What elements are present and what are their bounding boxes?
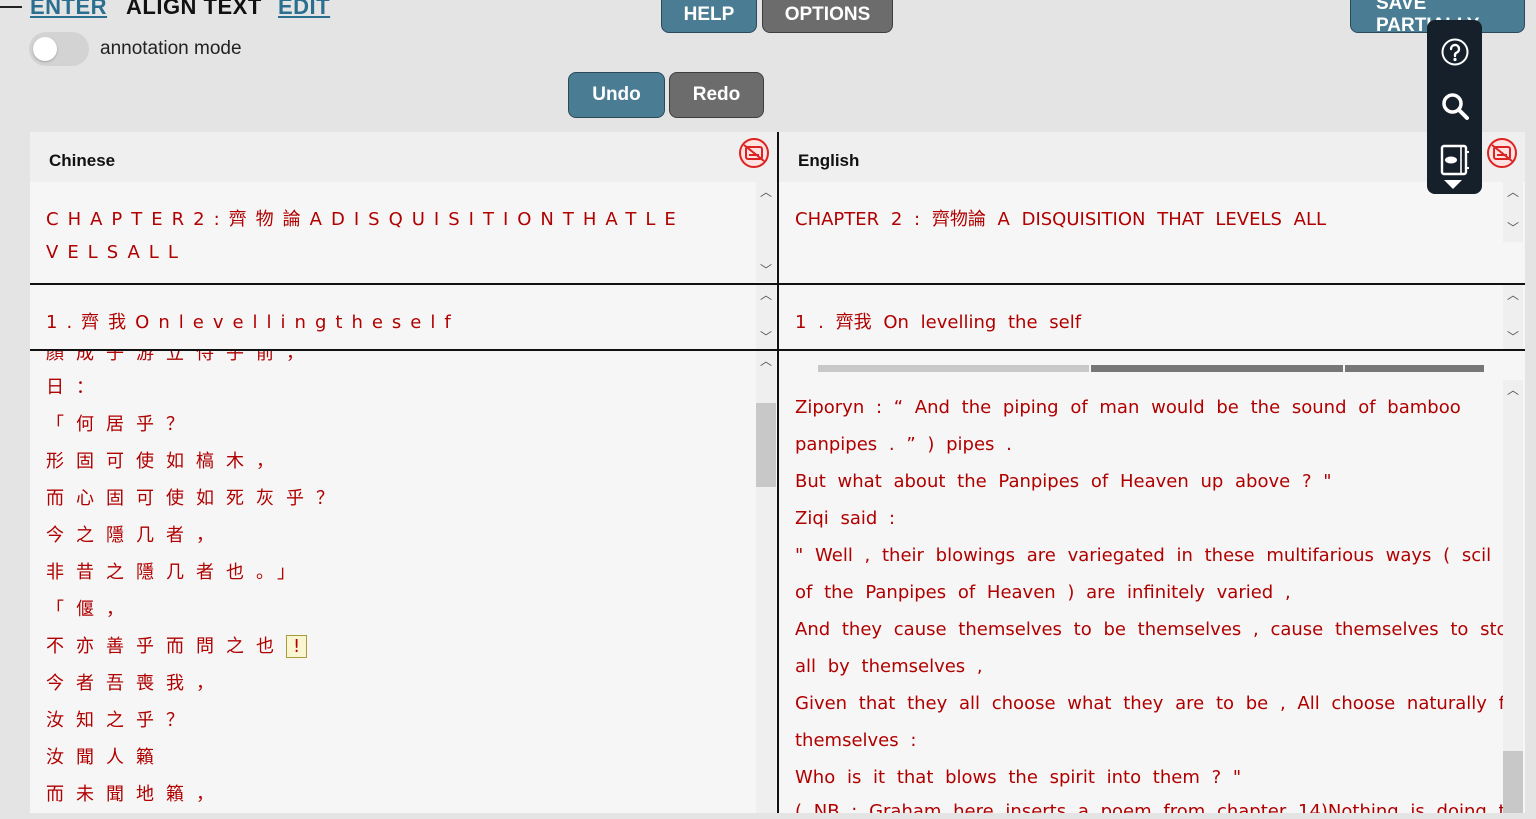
panel-collapse-caret-icon[interactable] (1444, 180, 1462, 189)
chinese-line: 今之隱几者， (46, 525, 226, 546)
chinese-line: 「何居乎？ (46, 414, 196, 435)
english-section-scrollbar[interactable]: ︿ ﹀ (1503, 285, 1523, 349)
chinese-line: 今者吾喪我， (46, 673, 226, 694)
hide-subtitles-icon[interactable] (738, 137, 770, 169)
chinese-line: 不亦善乎而問之也! (46, 632, 308, 658)
chinese-title-scrollbar[interactable]: ︿ ﹀ (756, 182, 776, 282)
english-header: English (798, 151, 860, 170)
hide-subtitles-icon[interactable] (1486, 137, 1518, 169)
chinese-section-title: 1.齊我Onlevellingtheself (46, 312, 460, 333)
english-line: Who is it that blows the spirit into the… (795, 767, 1242, 788)
english-line: all by themselves , (795, 656, 983, 677)
english-line: And they cause themselves to be themselv… (795, 619, 1503, 640)
scroll-up-icon[interactable]: ︿ (1503, 184, 1523, 199)
chinese-line: 汝聞人籟 (46, 747, 166, 768)
chinese-title-line-2: VELSALL (46, 242, 187, 263)
english-partial-line: ( NB : Graham here inserts a poem from c… (795, 801, 1503, 813)
annotation-mode-toggle[interactable] (29, 32, 89, 66)
english-title: CHAPTER 2 : 齊物論 A DISQUISITION THAT LEVE… (795, 209, 1327, 230)
help-circle-icon[interactable] (1439, 36, 1471, 68)
scroll-down-icon[interactable]: ﹀ (1503, 220, 1523, 235)
chinese-header-bar (30, 132, 778, 182)
english-text-body: Ziporyn : “ And the piping of man would … (779, 351, 1503, 813)
chinese-line: 「偃， (46, 599, 136, 620)
english-section-title: 1 . 齊我 On levelling the self (795, 312, 1082, 333)
english-header-bar (779, 132, 1525, 182)
chinese-line-text: 不亦善乎而問之也 (46, 636, 286, 657)
scroll-down-icon[interactable]: ﹀ (1503, 329, 1523, 344)
nav-align-text: ALIGN TEXT (126, 0, 262, 19)
english-title-scrollbar[interactable]: ︿ ﹀ (1503, 182, 1523, 242)
floating-tool-panel (1427, 20, 1482, 194)
english-line: themselves : (795, 730, 917, 751)
scroll-up-icon[interactable]: ︿ (756, 184, 776, 199)
english-line: Given that they all choose what they are… (795, 693, 1503, 714)
chinese-line: 日： (46, 377, 106, 398)
english-body-scrollbar[interactable]: ︿ (1503, 380, 1523, 813)
divider (779, 283, 1525, 285)
redo-button[interactable]: Redo (669, 72, 764, 118)
chinese-line: 形固可使如槁木， (46, 451, 286, 472)
chinese-title-line-1: CHAPTER2:齊物論ADISQUISITIONTHATLE (46, 209, 685, 230)
divider (30, 283, 778, 285)
english-line: panpipes . ” ) pipes . (795, 434, 1012, 455)
chinese-partial-line: 顏成子游立侍乎前， (46, 351, 316, 364)
toggle-knob (33, 37, 57, 61)
chinese-line: 而未聞地籟， (46, 784, 226, 805)
english-line: of the Panpipes of Heaven ) are infinite… (795, 582, 1291, 603)
scroll-up-icon[interactable]: ︿ (756, 353, 776, 368)
scroll-up-icon[interactable]: ︿ (1503, 382, 1523, 397)
english-line: But what about the Panpipes of Heaven up… (795, 471, 1332, 492)
nav-enter-link[interactable]: ENTER (30, 0, 107, 20)
undo-button[interactable]: Undo (568, 72, 665, 118)
options-button[interactable]: OPTIONS (762, 0, 893, 33)
search-icon[interactable] (1439, 90, 1471, 122)
scroll-up-icon[interactable]: ︿ (1503, 287, 1523, 302)
annotation-mode-label: annotation mode (100, 38, 242, 59)
chinese-line: 汝知之乎？ (46, 710, 196, 731)
chinese-line: 而心固可使如死灰乎？ (46, 488, 346, 509)
english-line: Ziporyn : “ And the piping of man would … (795, 397, 1461, 418)
alignment-marker[interactable]: ! (286, 635, 308, 658)
scroll-thumb[interactable] (756, 403, 776, 487)
english-line: Ziqi said : (795, 508, 896, 529)
scroll-down-icon[interactable]: ﹀ (756, 262, 776, 277)
chinese-header: Chinese (49, 151, 116, 170)
chinese-line: 非昔之隱几者也。」 (46, 562, 307, 583)
chinese-section-scrollbar[interactable]: ︿ ﹀ (756, 285, 776, 349)
help-button[interactable]: HELP (661, 0, 757, 33)
scroll-thumb[interactable] (1503, 751, 1523, 813)
english-line: " Well , their blowings are variegated i… (795, 545, 1503, 566)
chinese-body-scrollbar[interactable]: ︿ (756, 351, 776, 813)
notebook-icon[interactable] (1439, 144, 1471, 176)
chinese-text-body: 顏成子游立侍乎前， 日： 「何居乎？ 形固可使如槁木， 而心固可使如死灰乎？ 今… (30, 351, 756, 813)
nav-dash (0, 6, 22, 8)
scroll-down-icon[interactable]: ﹀ (756, 329, 776, 344)
scroll-up-icon[interactable]: ︿ (756, 287, 776, 302)
nav-edit-link[interactable]: EDIT (278, 0, 330, 20)
